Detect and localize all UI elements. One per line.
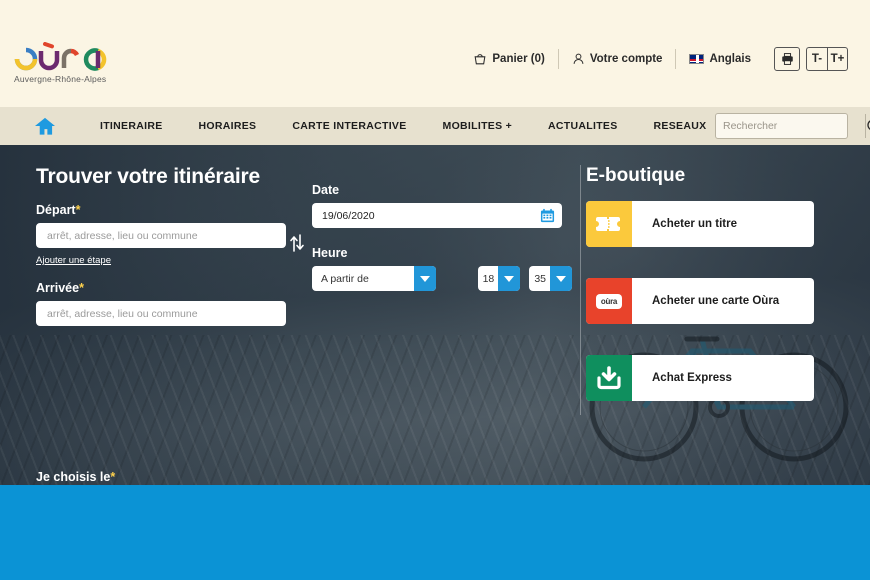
eboutique-card-oura[interactable]: oùra Acheter une carte Oùra (586, 278, 814, 324)
depart-required-mark: * (75, 203, 81, 217)
user-icon (573, 53, 584, 64)
search-button[interactable] (865, 114, 870, 138)
arrivee-required-mark: * (79, 281, 84, 295)
uk-flag-icon (689, 54, 705, 64)
main-navigation: ITINERAIRE HORAIRES CARTE INTERACTIVE MO… (0, 107, 870, 145)
account-link[interactable]: Votre compte (559, 52, 676, 66)
departure-mode-value: A partir de (321, 272, 369, 285)
heure-label: Heure (312, 246, 348, 260)
language-switch[interactable]: Anglais (676, 53, 764, 65)
panel-divider (580, 165, 581, 415)
eboutique-card-express[interactable]: Achat Express (586, 355, 814, 401)
depart-input[interactable]: arrêt, adresse, lieu ou commune (36, 223, 286, 248)
page-root: Auvergne-Rhône-Alpes Panier (0) Votre co… (0, 0, 870, 580)
hour-value: 18 (482, 272, 495, 285)
print-button[interactable] (774, 47, 800, 71)
date-input[interactable]: 19/06/2020 (312, 203, 562, 228)
date-value: 19/06/2020 (322, 209, 375, 222)
eboutique-panel: E-boutique Acheter un titre oùra Acheter… (586, 165, 846, 432)
depart-placeholder: arrêt, adresse, lieu ou commune (47, 229, 198, 242)
minute-select[interactable]: 35 (529, 266, 572, 291)
footer-blue-strip (0, 485, 870, 580)
nav-item-horaires[interactable]: HORAIRES (181, 120, 275, 132)
printer-icon (781, 53, 793, 65)
language-label: Anglais (709, 53, 751, 65)
minute-caret[interactable] (550, 266, 572, 291)
nav-item-carte-interactive[interactable]: CARTE INTERACTIVE (274, 120, 424, 132)
download-box-icon (597, 366, 621, 390)
eboutique-card-oura-label: Acheter une carte Oùra (652, 295, 780, 307)
eboutique-card-express-label: Achat Express (652, 372, 732, 384)
home-icon (35, 117, 55, 135)
modes-required-mark: * (110, 470, 116, 484)
itinerary-form: Trouver votre itinéraire Départ* arrêt, … (36, 165, 572, 326)
arrivee-label-text: Arrivée (36, 281, 80, 295)
text-size-controls: T- T+ (806, 47, 848, 71)
chevron-down-icon (556, 275, 566, 282)
cart-icon (474, 54, 486, 65)
nav-item-actualites[interactable]: ACTUALITES (530, 120, 636, 132)
departure-mode-caret[interactable] (413, 266, 436, 291)
nav-item-reseaux[interactable]: RESEAUX (636, 120, 725, 132)
eboutique-card-oura-icon-box: oùra (586, 278, 632, 324)
search-input[interactable] (716, 114, 865, 138)
nav-item-mobilites[interactable]: MOBILITES + (425, 120, 531, 132)
arrivee-input[interactable]: arrêt, adresse, lieu ou commune (36, 301, 286, 326)
ticket-icon (596, 217, 620, 231)
nav-item-itineraire[interactable]: ITINERAIRE (82, 120, 181, 132)
datetime-column: Date 19/06/2020 Heure A partir de 18 35 (312, 183, 572, 291)
eboutique-card-ticket-label: Acheter un titre (652, 218, 737, 230)
hero-section: Trouver votre itinéraire Départ* arrêt, … (0, 145, 870, 485)
departure-mode-select[interactable]: A partir de (312, 266, 436, 291)
arrivee-placeholder: arrêt, adresse, lieu ou commune (47, 307, 198, 320)
search-icon (867, 119, 870, 130)
modes-label: Je choisis le* (36, 470, 115, 484)
hour-caret[interactable] (498, 266, 521, 291)
eboutique-card-ticket[interactable]: Acheter un titre (586, 201, 814, 247)
chevron-down-icon (504, 275, 515, 282)
cart-link[interactable]: Panier (0) (460, 52, 557, 66)
cart-label: Panier (0) (492, 53, 545, 65)
chevron-down-icon (419, 275, 430, 282)
hour-select[interactable]: 18 (477, 266, 521, 291)
eboutique-title: E-boutique (586, 165, 686, 186)
date-label: Date (312, 183, 340, 197)
utility-bar: Panier (0) Votre compte Anglais T- T+ (460, 47, 848, 71)
oura-card-icon: oùra (595, 293, 623, 309)
depart-label-text: Départ (36, 203, 76, 217)
account-label: Votre compte (589, 53, 663, 65)
calendar-icon[interactable] (540, 208, 555, 223)
oura-logo[interactable]: Auvergne-Rhône-Alpes (12, 42, 112, 84)
heure-row: A partir de 18 35 (312, 266, 572, 291)
add-step-link[interactable]: Ajouter une étape (36, 255, 111, 266)
eboutique-card-express-icon-box (586, 355, 632, 401)
nav-home-button[interactable] (34, 116, 56, 136)
site-header: Auvergne-Rhône-Alpes Panier (0) Votre co… (0, 0, 870, 107)
modes-label-text: Je choisis le (36, 470, 111, 484)
swap-direction-button[interactable] (288, 233, 306, 258)
eboutique-card-ticket-icon-box (586, 201, 632, 247)
text-larger-button[interactable]: T+ (827, 47, 848, 71)
minute-value: 35 (534, 272, 546, 285)
site-search (715, 113, 870, 139)
oura-logo-mark (14, 42, 107, 71)
logo-subtitle: Auvergne-Rhône-Alpes (14, 74, 107, 84)
swap-vertical-icon (290, 234, 304, 252)
text-smaller-button[interactable]: T- (806, 47, 827, 71)
